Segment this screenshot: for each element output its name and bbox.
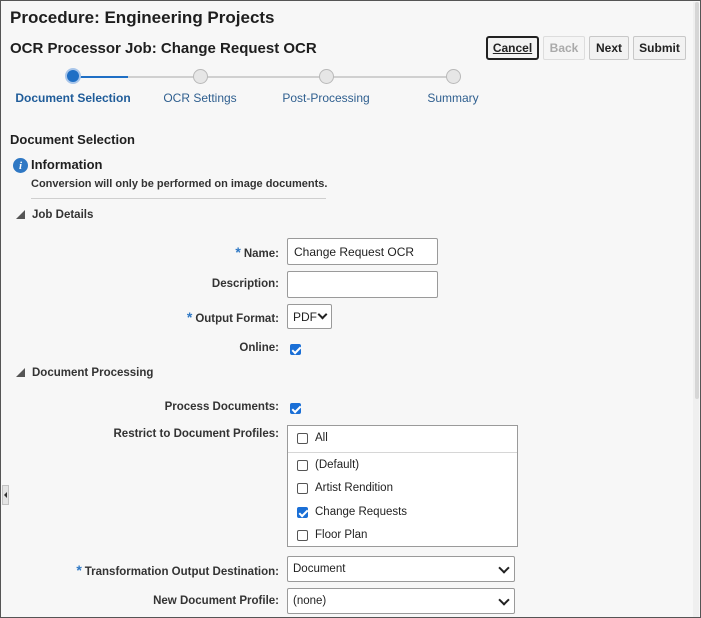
required-icon: *	[186, 309, 193, 325]
name-label: * Name:	[235, 244, 279, 260]
profile-change-requests-checkbox[interactable]	[297, 507, 308, 518]
online-label: Online:	[239, 342, 279, 354]
step-document-selection: Document Selection	[15, 91, 131, 105]
info-title: Information	[31, 157, 103, 172]
document-processing-header[interactable]: Document Processing	[32, 367, 153, 379]
train-pending-line	[128, 76, 454, 78]
step-summary[interactable]: Summary	[427, 91, 478, 105]
document-profiles-list[interactable]: All (Default) Artist Rendition Change Re…	[287, 425, 518, 547]
chevron-down-icon	[498, 562, 510, 574]
section-title: Document Selection	[10, 132, 135, 147]
profile-artist-rendition-checkbox[interactable]	[297, 483, 308, 494]
new-profile-select[interactable]: (none)	[287, 588, 515, 614]
profile-floor-plan-label[interactable]: Floor Plan	[315, 529, 367, 541]
job-details-header[interactable]: Job Details	[32, 209, 93, 221]
collapse-triangle-icon[interactable]	[16, 368, 25, 377]
required-icon: *	[76, 562, 82, 578]
info-icon: i	[13, 158, 28, 173]
step-document-selection-marker	[65, 68, 81, 84]
output-format-label: * Output Format:	[186, 309, 279, 325]
destination-label: * Transformation Output Destination:	[76, 562, 279, 578]
procedure-title: Procedure: Engineering Projects	[10, 8, 275, 27]
panel-collapse-handle[interactable]	[2, 485, 9, 505]
profile-artist-rendition-label[interactable]: Artist Rendition	[315, 482, 393, 494]
step-post-processing[interactable]: Post-Processing	[282, 91, 369, 105]
step-ocr-settings[interactable]: OCR Settings	[163, 91, 236, 105]
restrict-profiles-label: Restrict to Document Profiles:	[113, 428, 280, 440]
output-format-select[interactable]: PDF	[287, 304, 332, 329]
train-progress-line	[73, 76, 128, 78]
back-button[interactable]: Back	[543, 36, 585, 60]
process-documents-checkbox[interactable]	[290, 403, 301, 414]
required-icon: *	[235, 244, 241, 260]
job-title: OCR Processor Job: Change Request OCR	[10, 40, 317, 57]
info-message: Conversion will only be performed on ima…	[31, 178, 328, 190]
step-ocr-settings-marker[interactable]	[193, 69, 208, 84]
step-post-processing-marker[interactable]	[319, 69, 334, 84]
next-button[interactable]: Next	[589, 36, 629, 60]
cancel-button[interactable]: Cancel	[486, 36, 539, 60]
chevron-down-icon	[498, 594, 510, 606]
submit-button[interactable]: Submit	[633, 36, 686, 60]
description-field[interactable]	[287, 271, 438, 298]
name-field[interactable]: Change Request OCR	[287, 238, 438, 265]
chevron-down-icon	[317, 309, 328, 320]
profile-all-checkbox[interactable]	[297, 433, 308, 444]
profile-change-requests-label[interactable]: Change Requests	[315, 506, 407, 518]
cancel-button-label: Cancel	[492, 41, 533, 55]
collapse-triangle-icon[interactable]	[16, 210, 25, 219]
new-profile-label: New Document Profile:	[153, 595, 279, 607]
page-frame: Procedure: Engineering Projects OCR Proc…	[0, 0, 701, 618]
profile-default-label[interactable]: (Default)	[315, 459, 359, 471]
info-divider	[31, 198, 326, 199]
step-summary-marker[interactable]	[446, 69, 461, 84]
profile-all-label[interactable]: All	[315, 432, 328, 444]
profile-default-checkbox[interactable]	[297, 460, 308, 471]
process-documents-label: Process Documents:	[164, 401, 279, 413]
list-divider	[288, 452, 517, 453]
online-checkbox[interactable]	[290, 344, 301, 355]
scrollbar-thumb[interactable]	[695, 2, 699, 399]
destination-select[interactable]: Document	[287, 556, 515, 582]
profile-floor-plan-checkbox[interactable]	[297, 530, 308, 541]
description-label: Description:	[211, 278, 279, 290]
